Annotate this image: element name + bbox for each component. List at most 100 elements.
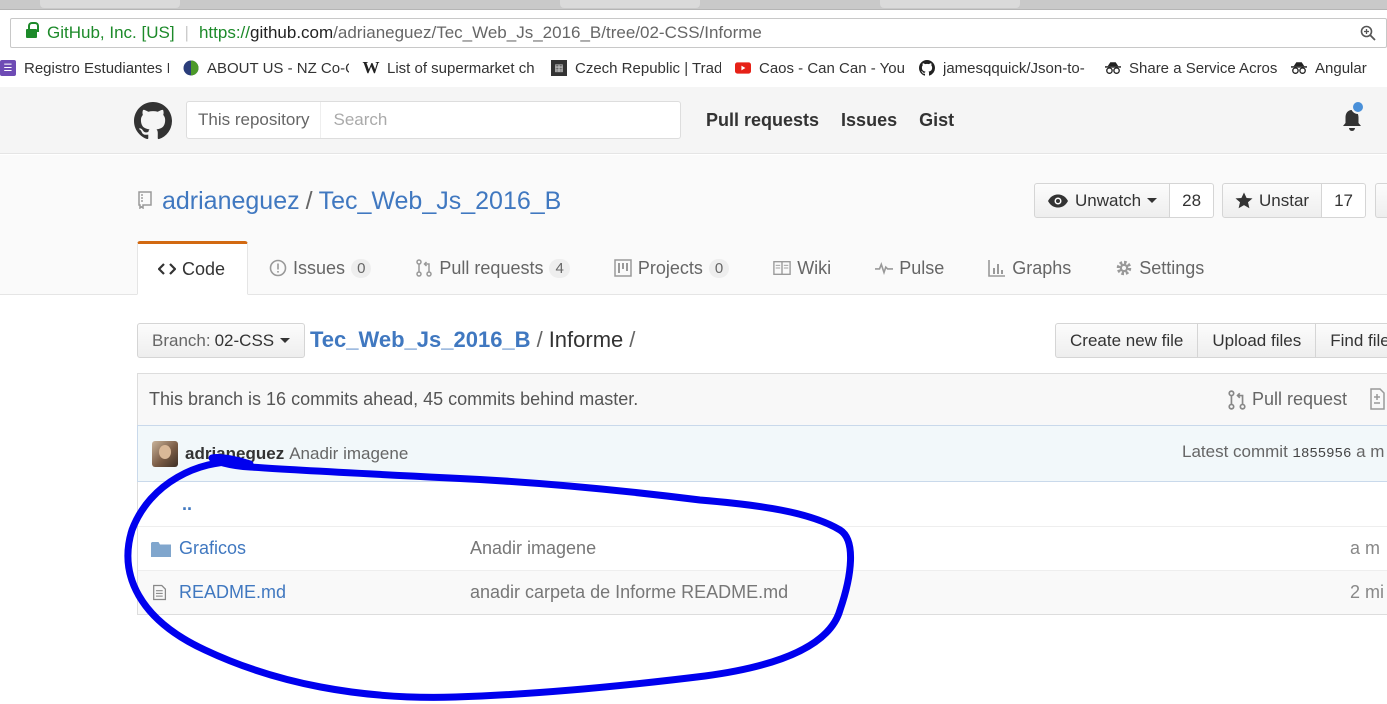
file-actions: Create new file Upload files Find file bbox=[1055, 323, 1387, 358]
breadcrumb-current-dir: Informe bbox=[548, 327, 624, 352]
tab-code[interactable]: Code bbox=[137, 241, 249, 295]
tab-label: Issues bbox=[293, 257, 346, 278]
commit-message-link[interactable]: Anadir imagene bbox=[289, 444, 408, 464]
top-nav: Pull requests Issues Gist bbox=[706, 110, 976, 131]
bookmark-label: Share a Service Across bbox=[1129, 59, 1277, 77]
nav-pull-requests[interactable]: Pull requests bbox=[706, 110, 819, 131]
bookmark-label: List of supermarket ch bbox=[387, 59, 535, 77]
file-commit-message[interactable]: Anadir imagene bbox=[470, 538, 596, 559]
url-scheme: https:// bbox=[198, 23, 250, 42]
bookmark-item[interactable]: Share a Service Across bbox=[1105, 60, 1277, 77]
parent-dir-row[interactable]: .. bbox=[138, 482, 1387, 526]
tab-settings[interactable]: Settings bbox=[1094, 241, 1227, 295]
gear-icon bbox=[1115, 259, 1133, 277]
repo-icon bbox=[138, 191, 152, 209]
branch-status: This branch is 16 commits ahead, 45 comm… bbox=[137, 373, 1387, 425]
pull-request-label: Pull request bbox=[1252, 389, 1348, 409]
avatar[interactable] bbox=[152, 440, 178, 467]
breadcrumb-separator: / bbox=[629, 327, 636, 352]
tab-pulse[interactable]: Pulse bbox=[854, 241, 967, 295]
map-icon: ▦ bbox=[551, 60, 567, 76]
wikipedia-icon: W bbox=[362, 58, 380, 77]
table-row[interactable]: Graficos Anadir imagene a m bbox=[138, 526, 1387, 570]
nav-gist[interactable]: Gist bbox=[919, 110, 954, 131]
file-icon bbox=[153, 584, 167, 601]
book-icon bbox=[773, 259, 791, 277]
branch-select-button[interactable]: Branch: 02-CSS bbox=[137, 323, 306, 358]
tab-wiki[interactable]: Wiki bbox=[752, 241, 854, 295]
table-row[interactable]: README.md anadir carpeta de Informe READ… bbox=[138, 570, 1387, 614]
star-count[interactable]: 17 bbox=[1322, 183, 1366, 218]
bookmark-label: jamesqquick/Json-to- bbox=[943, 59, 1085, 77]
github-logo-icon[interactable] bbox=[134, 102, 172, 140]
tab-label: Settings bbox=[1139, 257, 1205, 278]
tab-label: Graphs bbox=[1012, 257, 1072, 278]
project-icon bbox=[614, 259, 632, 277]
unstar-button[interactable]: Unstar bbox=[1222, 183, 1323, 218]
file-age: a m bbox=[1350, 538, 1381, 558]
breadcrumb: Tec_Web_Js_2016_B / Informe / bbox=[310, 327, 641, 353]
bookmark-item[interactable]: W List of supermarket ch bbox=[362, 58, 537, 77]
tab-projects[interactable]: Projects 0 bbox=[593, 241, 752, 295]
screenshot: GitHub, Inc. [US] | https://github.com/a… bbox=[0, 0, 1387, 704]
secure-origin-label: GitHub, Inc. [US] bbox=[47, 23, 175, 42]
branch-status-text: This branch is 16 commits ahead, 45 comm… bbox=[149, 389, 639, 409]
bookmark-label: ABOUT US - NZ Co-O bbox=[207, 59, 349, 77]
address-bar[interactable]: GitHub, Inc. [US] | https://github.com/a… bbox=[10, 18, 1387, 48]
zoom-icon[interactable] bbox=[1360, 25, 1376, 41]
watch-group: Unwatch 28 bbox=[1034, 183, 1215, 218]
tab-graphs[interactable]: Graphs bbox=[967, 241, 1094, 295]
tab-counter: 4 bbox=[549, 258, 570, 278]
breadcrumb-separator: / bbox=[536, 327, 543, 352]
unwatch-label: Unwatch bbox=[1075, 190, 1142, 210]
url-separator: | bbox=[184, 23, 189, 42]
tab-counter: 0 bbox=[708, 258, 730, 278]
bookmark-item[interactable]: Caos - Can Can - YouT bbox=[735, 60, 905, 77]
file-table: .. Graficos Anadir imagene a m README.md… bbox=[137, 482, 1387, 615]
bookmark-item[interactable]: ▦ Czech Republic | Trade bbox=[551, 60, 721, 77]
file-name-link[interactable]: Graficos bbox=[179, 538, 246, 559]
fork-button[interactable] bbox=[1375, 183, 1387, 218]
commit-sha-link[interactable]: 1855956 bbox=[1293, 446, 1352, 462]
bookmark-item[interactable]: ☰ Registro Estudiantes F bbox=[0, 60, 169, 77]
create-new-file-button[interactable]: Create new file bbox=[1055, 323, 1199, 358]
lock-icon bbox=[26, 22, 39, 39]
bookmark-item[interactable]: ABOUT US - NZ Co-O bbox=[183, 60, 349, 77]
repo-tabs: Code Issues 0 Pull requests 4 Projects 0… bbox=[137, 241, 1227, 295]
compare-icon[interactable] bbox=[1368, 388, 1386, 410]
issue-icon bbox=[269, 259, 287, 277]
chevron-down-icon bbox=[1147, 198, 1158, 203]
browser-tab[interactable] bbox=[880, 0, 1020, 8]
pull-request-link[interactable]: Pull request bbox=[1228, 389, 1347, 410]
file-age: 2 mi bbox=[1350, 582, 1385, 602]
folder-icon bbox=[151, 542, 171, 557]
parent-dir-link[interactable]: .. bbox=[182, 494, 192, 515]
repo-name-link[interactable]: Tec_Web_Js_2016_B bbox=[319, 187, 562, 215]
commit-author-link[interactable]: adrianeguez bbox=[185, 444, 284, 464]
file-commit-message[interactable]: anadir carpeta de Informe README.md bbox=[470, 582, 788, 603]
bookmark-item[interactable]: jamesqquick/Json-to- bbox=[919, 60, 1091, 77]
watch-count[interactable]: 28 bbox=[1170, 183, 1215, 218]
browser-tab[interactable] bbox=[40, 0, 180, 8]
browser-tab-strip bbox=[0, 0, 1387, 10]
breadcrumb-root-link[interactable]: Tec_Web_Js_2016_B bbox=[310, 327, 531, 352]
browser-tab[interactable] bbox=[560, 0, 700, 8]
file-name-link[interactable]: README.md bbox=[179, 582, 286, 603]
star-group: Unstar 17 bbox=[1222, 183, 1366, 218]
search-input[interactable] bbox=[321, 102, 662, 138]
tab-issues[interactable]: Issues 0 bbox=[248, 241, 394, 295]
bookmark-label: Angular bbox=[1315, 59, 1367, 77]
tab-pull-requests[interactable]: Pull requests 4 bbox=[394, 241, 592, 295]
tab-label: Pull requests bbox=[439, 257, 544, 278]
nav-issues[interactable]: Issues bbox=[841, 110, 897, 131]
tab-label: Wiki bbox=[797, 257, 832, 278]
unwatch-button[interactable]: Unwatch bbox=[1034, 183, 1171, 218]
repo-title: adrianeguez / Tec_Web_Js_2016_B bbox=[162, 187, 561, 216]
url-text[interactable]: https://github.com/adrianeguez/Tec_Web_J… bbox=[199, 23, 762, 43]
bookmark-label: Caos - Can Can - YouT bbox=[759, 59, 905, 77]
repo-owner-link[interactable]: adrianeguez bbox=[162, 187, 300, 215]
find-file-button[interactable]: Find file bbox=[1316, 323, 1387, 358]
unread-indicator bbox=[1351, 100, 1365, 114]
bookmark-item[interactable]: Angular bbox=[1291, 60, 1367, 77]
upload-files-button[interactable]: Upload files bbox=[1198, 323, 1317, 358]
